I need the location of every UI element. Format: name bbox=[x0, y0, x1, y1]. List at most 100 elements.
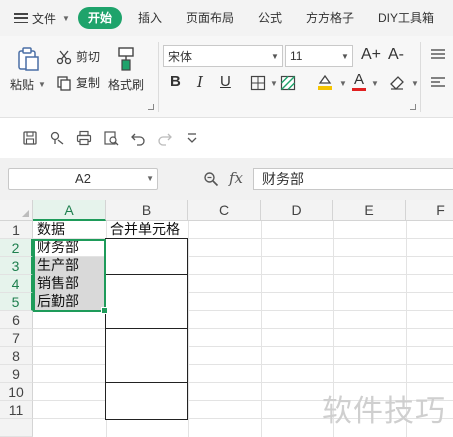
cut-button[interactable]: 剪切 bbox=[56, 48, 100, 65]
font-color-button[interactable]: A bbox=[352, 71, 366, 91]
fill-pattern-icon[interactable] bbox=[280, 75, 296, 91]
chevron-down-icon: ▼ bbox=[271, 51, 279, 61]
formula-input[interactable]: 财务部 bbox=[253, 168, 453, 190]
copy-label: 复制 bbox=[76, 76, 101, 90]
font-size-select[interactable]: 11 ▼ bbox=[285, 45, 353, 67]
print-preview-icon[interactable] bbox=[103, 130, 119, 146]
row-header-10[interactable]: 10 bbox=[0, 383, 33, 401]
fill-color-icon[interactable] bbox=[316, 73, 334, 91]
format-painter-icon bbox=[118, 47, 134, 71]
tab-fangfang[interactable]: 方方格子 bbox=[294, 7, 366, 29]
paste-label: 粘贴 bbox=[10, 78, 35, 92]
customize-toolbar-icon[interactable] bbox=[184, 130, 200, 146]
quick-access-toolbar bbox=[0, 118, 453, 158]
font-size-value: 11 bbox=[290, 49, 303, 63]
export-pdf-icon[interactable] bbox=[49, 130, 65, 146]
font-color-icon: A bbox=[353, 71, 364, 88]
save-icon[interactable] bbox=[22, 130, 38, 146]
cell-a4[interactable]: 销售部 bbox=[34, 275, 106, 293]
grow-font-button[interactable]: A+ bbox=[361, 46, 381, 64]
cell-a2[interactable]: 财务部 bbox=[34, 239, 106, 257]
tab-formulas[interactable]: 公式 bbox=[246, 7, 294, 29]
name-box-value: A2 bbox=[75, 171, 91, 186]
column-header-c[interactable]: C bbox=[188, 200, 261, 221]
font-launcher[interactable] bbox=[410, 104, 416, 110]
bold-button[interactable]: B bbox=[170, 73, 181, 90]
row-header-9[interactable]: 9 bbox=[0, 365, 33, 383]
italic-button[interactable]: I bbox=[197, 73, 203, 91]
chevron-down-icon: ▼ bbox=[38, 80, 46, 89]
row-header-3[interactable]: 3 bbox=[0, 257, 33, 275]
merged-cell-b7[interactable] bbox=[105, 328, 188, 384]
tab-diy-toolbox[interactable]: DIY工具箱 bbox=[366, 7, 446, 29]
file-menu-label: 文件 bbox=[32, 11, 57, 26]
cut-label: 剪切 bbox=[76, 50, 101, 64]
select-all-corner[interactable] bbox=[0, 200, 33, 221]
gridline bbox=[33, 346, 453, 347]
font-name-value: 宋体 bbox=[168, 49, 193, 64]
row-header-5[interactable]: 5 bbox=[0, 293, 33, 311]
gridline bbox=[33, 328, 453, 329]
align-left-icon[interactable] bbox=[430, 76, 446, 88]
chevron-down-icon: ▼ bbox=[411, 79, 419, 88]
file-menu[interactable]: 文件 ▼ bbox=[14, 10, 70, 27]
merged-cell-b10[interactable] bbox=[105, 382, 188, 420]
chevron-down-icon: ▼ bbox=[339, 79, 347, 88]
row-header-12[interactable] bbox=[0, 419, 33, 437]
row-header-8[interactable]: 8 bbox=[0, 347, 33, 365]
eraser-icon[interactable] bbox=[388, 74, 406, 90]
insert-function-button[interactable]: fx bbox=[229, 169, 243, 187]
borders-icon[interactable] bbox=[250, 75, 266, 91]
copy-button[interactable]: 复制 bbox=[56, 74, 100, 91]
name-box[interactable]: A2 ▼ bbox=[8, 168, 158, 190]
tab-page-layout[interactable]: 页面布局 bbox=[174, 7, 246, 29]
row-header-1[interactable]: 1 bbox=[0, 221, 33, 239]
column-header-b[interactable]: B bbox=[106, 200, 188, 221]
print-icon[interactable] bbox=[76, 130, 92, 146]
gridline bbox=[188, 221, 189, 437]
merged-cell-b4[interactable] bbox=[105, 274, 188, 330]
font-color-swatch bbox=[352, 88, 366, 91]
column-header-e[interactable]: E bbox=[333, 200, 406, 221]
row-header-2[interactable]: 2 bbox=[0, 239, 33, 257]
chevron-down-icon: ▼ bbox=[270, 79, 278, 88]
font-name-select[interactable]: 宋体 ▼ bbox=[163, 45, 283, 67]
format-painter-button[interactable]: 格式刷 bbox=[108, 46, 144, 93]
paste-icon bbox=[18, 47, 39, 71]
formula-bar: A2 ▼ fx 财务部 bbox=[0, 158, 453, 200]
gridline bbox=[33, 382, 453, 383]
divider bbox=[420, 42, 421, 112]
menu-bar: 文件 ▼ 开始 插入 页面布局 公式 方方格子 DIY工具箱 bbox=[0, 0, 453, 36]
shrink-font-button[interactable]: A- bbox=[388, 46, 404, 64]
align-top-icon[interactable] bbox=[430, 48, 446, 60]
chevron-down-icon: ▼ bbox=[341, 51, 349, 61]
row-header-4[interactable]: 4 bbox=[0, 275, 33, 293]
merged-cell-b2[interactable] bbox=[105, 238, 188, 276]
column-header-f[interactable]: F bbox=[406, 200, 453, 221]
column-header-d[interactable]: D bbox=[261, 200, 333, 221]
cell-a5[interactable]: 后勤部 bbox=[34, 293, 106, 311]
clipboard-launcher[interactable] bbox=[148, 104, 154, 110]
chevron-down-icon: ▼ bbox=[146, 174, 154, 183]
gridline bbox=[33, 364, 453, 365]
watermark-text: 软件技巧 bbox=[322, 394, 446, 429]
row-header-11[interactable]: 11 bbox=[0, 401, 33, 419]
copy-icon bbox=[57, 75, 71, 91]
chevron-down-icon: ▼ bbox=[62, 13, 70, 23]
row-header-6[interactable]: 6 bbox=[0, 311, 33, 329]
scissors-icon bbox=[56, 50, 72, 64]
tab-home[interactable]: 开始 bbox=[77, 7, 122, 29]
row-header-7[interactable]: 7 bbox=[0, 329, 33, 347]
hamburger-icon bbox=[14, 13, 28, 23]
ribbon: 粘贴 ▼ 剪切 复制 格式刷 宋体 ▼ 11 ▼ A+ A- B I U ▼ ▼… bbox=[0, 36, 453, 118]
tab-insert[interactable]: 插入 bbox=[126, 7, 174, 29]
cell-a3[interactable]: 生产部 bbox=[34, 257, 106, 275]
cell-b1[interactable]: 合并单元格 bbox=[107, 221, 188, 239]
redo-icon[interactable] bbox=[157, 130, 173, 146]
paste-button[interactable]: 粘贴 ▼ bbox=[10, 46, 46, 93]
underline-button[interactable]: U bbox=[220, 73, 231, 90]
undo-icon[interactable] bbox=[130, 130, 146, 146]
column-header-a[interactable]: A bbox=[33, 200, 106, 221]
cell-a1[interactable]: 数据 bbox=[34, 221, 106, 239]
zoom-icon[interactable] bbox=[203, 171, 219, 187]
